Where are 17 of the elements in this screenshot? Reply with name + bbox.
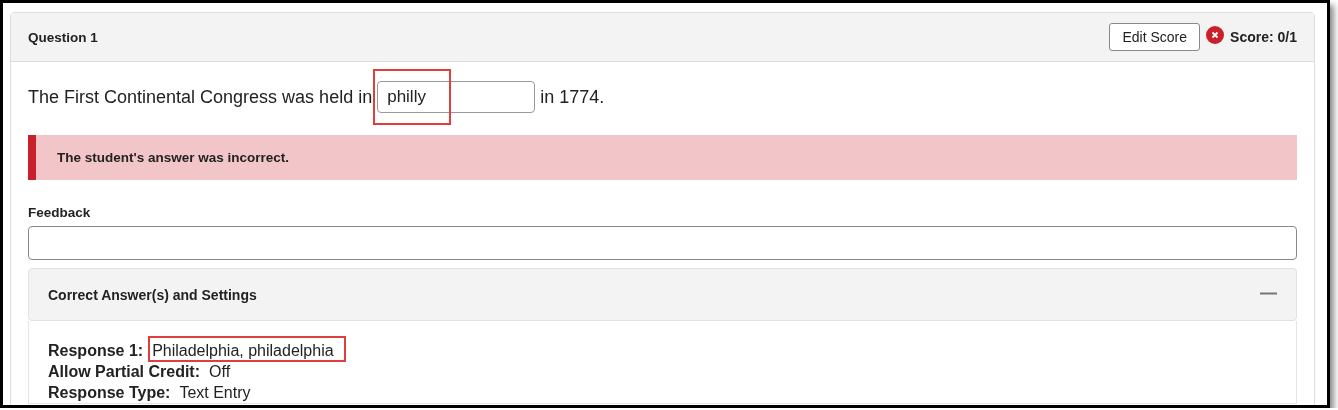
- setting-value: Philadelphia, philadelphia: [152, 340, 334, 361]
- feedback-label: Feedback: [28, 205, 92, 220]
- answer-field[interactable]: philly: [377, 81, 536, 113]
- setting-label: Response 1:: [48, 342, 144, 359]
- setting-value: Off: [209, 362, 231, 382]
- edit-score-button[interactable]: Edit Score: [1109, 23, 1201, 51]
- prompt-text: in 1774.: [540, 86, 605, 108]
- prompt-text: The First Continental Congress was held in: [28, 86, 373, 108]
- settings-header[interactable]: Correct Answer(s) and Settings: [28, 268, 1297, 321]
- setting-value: Text Entry: [179, 383, 251, 403]
- question-title: Question 1: [28, 29, 99, 45]
- setting-label: Response Type:: [48, 384, 171, 401]
- setting-label: Allow Partial Credit:: [48, 363, 201, 380]
- feedback-field[interactable]: [28, 226, 1297, 260]
- incorrect-alert: The student's answer was incorrect.: [28, 135, 1297, 180]
- score-text: Score: 0/1: [1230, 29, 1297, 45]
- settings-title: Correct Answer(s) and Settings: [48, 286, 258, 303]
